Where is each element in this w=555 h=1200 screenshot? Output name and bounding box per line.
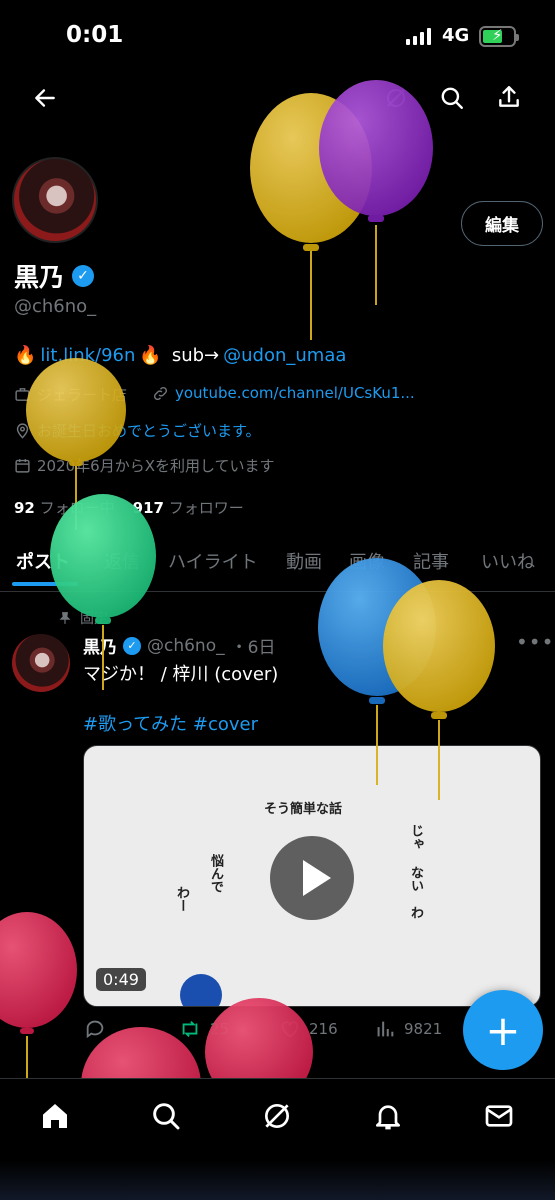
play-button-icon[interactable]	[270, 836, 354, 920]
home-icon[interactable]	[39, 1100, 71, 1132]
lyric-text: 悩んで	[208, 854, 223, 893]
video-duration: 0:49	[96, 968, 146, 991]
verified-badge-icon[interactable]: ✓	[72, 265, 95, 287]
compose-post-button[interactable]: +	[463, 990, 543, 1070]
like-count: 216	[309, 1020, 338, 1038]
post-text: マジか！ / 梓川 (cover)	[83, 664, 279, 685]
battery-icon: ⚡	[479, 26, 519, 47]
profile-name: 黒乃	[14, 263, 65, 292]
balloon-purple	[319, 80, 433, 305]
post-author-name[interactable]: 黒乃	[83, 633, 117, 658]
profile-joined: 2020年6月からXを利用しています	[37, 457, 275, 475]
link-icon	[153, 386, 168, 400]
follow-stats: 92 フォロー中 917 フォロワー	[14, 497, 244, 518]
balloon-red	[0, 912, 77, 1080]
post-header: 黒乃 ✓ @ch6no_ ・6日	[83, 633, 276, 659]
home-indicator-area	[0, 1160, 555, 1200]
search-icon[interactable]	[150, 1100, 182, 1132]
active-tab-indicator	[12, 582, 78, 586]
profile-location-row: お誕生日おめでとうございます。	[14, 420, 261, 441]
post-time: ・6日	[230, 638, 276, 658]
lyric-text: わ	[408, 906, 423, 919]
profile-category: ジェラート店	[37, 386, 128, 404]
profile-name-row: 黒乃 ✓	[14, 258, 95, 294]
tab-articles[interactable]: 記事	[413, 548, 449, 574]
video-character	[180, 974, 222, 1006]
search-icon[interactable]	[439, 85, 465, 111]
tab-replies[interactable]: 返信	[104, 548, 140, 574]
plus-icon: +	[485, 1005, 521, 1055]
calendar-icon	[15, 459, 30, 473]
balloon-yellow	[250, 93, 372, 340]
pin-icon	[59, 612, 71, 624]
fire-emoji: 🔥	[139, 345, 162, 366]
back-arrow-icon[interactable]	[32, 85, 58, 111]
profile-joined-row: 2020年6月からXを利用しています	[14, 455, 275, 476]
lyric-text: ない	[408, 866, 423, 892]
location-pin-icon	[16, 423, 29, 439]
bell-icon[interactable]	[372, 1100, 404, 1132]
post-author-handle: @ch6no_	[147, 635, 225, 656]
tab-likes[interactable]: いいね	[481, 548, 535, 574]
pinned-indicator: 固定	[58, 608, 108, 628]
tab-videos[interactable]: 動画	[286, 548, 322, 574]
views-button[interactable]: 9821	[374, 1018, 442, 1040]
tab-posts[interactable]: ポスト	[16, 548, 70, 574]
profile-avatar[interactable]	[12, 157, 98, 243]
reply-button[interactable]	[84, 1018, 114, 1040]
mail-icon[interactable]	[483, 1100, 515, 1132]
status-time: 0:01	[66, 22, 124, 48]
profile-location: お誕生日おめでとうございます。	[37, 422, 261, 440]
edit-profile-button[interactable]: 編集	[461, 201, 543, 246]
profile-bio: 🔥 lit.link/96n 🔥 sub→ @udon_umaa	[14, 345, 346, 366]
bio-sub-prefix: sub→	[171, 345, 220, 366]
fire-emoji: 🔥	[14, 345, 37, 366]
profile-website[interactable]: youtube.com/channel/UCsKu1...	[175, 384, 415, 402]
tab-images[interactable]: 画像	[349, 548, 385, 574]
signal-icon	[406, 28, 431, 45]
post-hashtags[interactable]: #歌ってみた #cover	[83, 710, 258, 736]
lyric-text: そう簡単な話	[264, 802, 343, 817]
like-button[interactable]: 216	[279, 1018, 338, 1040]
repost-icon	[182, 1021, 198, 1037]
grok-icon[interactable]	[261, 1100, 293, 1132]
followers-link[interactable]: 917 フォロワー	[133, 497, 244, 518]
heart-icon	[281, 1021, 299, 1038]
profile-handle: @ch6no_	[14, 296, 97, 317]
lyric-text: わー	[174, 886, 189, 912]
briefcase-icon	[15, 388, 30, 401]
tab-highlights[interactable]: ハイライト	[168, 548, 258, 574]
repost-count: 25	[210, 1020, 230, 1038]
views-chart-icon	[377, 1021, 394, 1037]
repost-button[interactable]: 25	[178, 1018, 229, 1040]
network-type: 4G	[442, 25, 470, 46]
share-icon[interactable]	[496, 84, 522, 110]
following-link[interactable]: 92 フォロー中	[14, 497, 115, 518]
profile-category-row: ジェラート店	[14, 384, 127, 405]
pinned-label: 固定	[80, 611, 108, 627]
more-options-icon[interactable]: •••	[516, 630, 554, 654]
bio-sub-handle[interactable]: @udon_umaa	[223, 345, 346, 366]
views-count: 9821	[404, 1020, 443, 1038]
reply-icon	[86, 1020, 104, 1039]
verified-badge-icon: ✓	[123, 636, 141, 655]
profile-website-row: youtube.com/channel/UCsKu1...	[152, 384, 415, 402]
lyric-text: じゃ	[408, 824, 423, 850]
grok-icon[interactable]	[384, 86, 408, 110]
bio-link[interactable]: lit.link/96n	[40, 345, 135, 366]
profile-tabs: ポスト 返信 ハイライト 動画 画像 記事 いいね	[0, 540, 555, 592]
post-author-avatar[interactable]	[12, 634, 70, 692]
